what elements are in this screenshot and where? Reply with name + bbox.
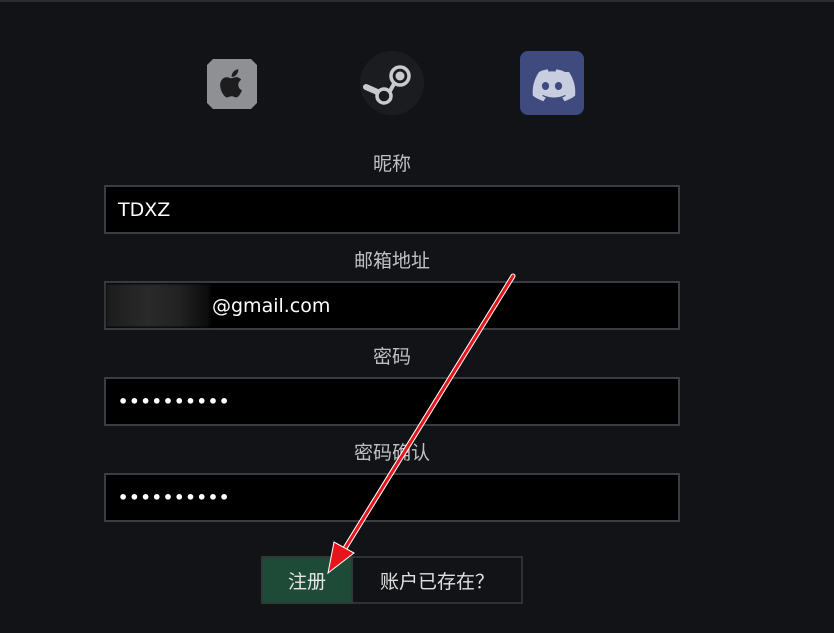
discord-icon xyxy=(532,69,576,102)
email-value: @gmail.com xyxy=(212,294,331,317)
confirm-password-label: 密码确认 xyxy=(353,442,430,464)
password-input[interactable]: •••••••••• xyxy=(104,377,680,426)
steam-icon xyxy=(360,51,424,115)
discord-login-button[interactable] xyxy=(520,51,584,115)
nickname-label: 昵称 xyxy=(372,153,411,175)
confirm-password-input[interactable]: •••••••••• xyxy=(104,473,680,522)
form-actions: 注册 账户已存在？ xyxy=(261,556,523,604)
email-input[interactable]: @gmail.com xyxy=(104,281,680,330)
confirm-password-value: •••••••••• xyxy=(118,488,231,507)
email-label: 邮箱地址 xyxy=(353,250,430,272)
apple-login-button[interactable] xyxy=(207,59,257,109)
nickname-value: TDXZ xyxy=(118,198,171,221)
account-exists-link[interactable]: 账户已存在？ xyxy=(353,556,523,604)
social-login-row xyxy=(0,51,834,115)
top-divider xyxy=(0,0,834,2)
password-value: •••••••••• xyxy=(118,392,231,411)
steam-login-button[interactable] xyxy=(360,51,424,115)
nickname-input[interactable]: TDXZ xyxy=(104,185,680,234)
register-button[interactable]: 注册 xyxy=(261,556,353,604)
redacted-email-prefix xyxy=(106,284,210,327)
password-label: 密码 xyxy=(372,346,411,368)
apple-icon xyxy=(220,69,242,98)
